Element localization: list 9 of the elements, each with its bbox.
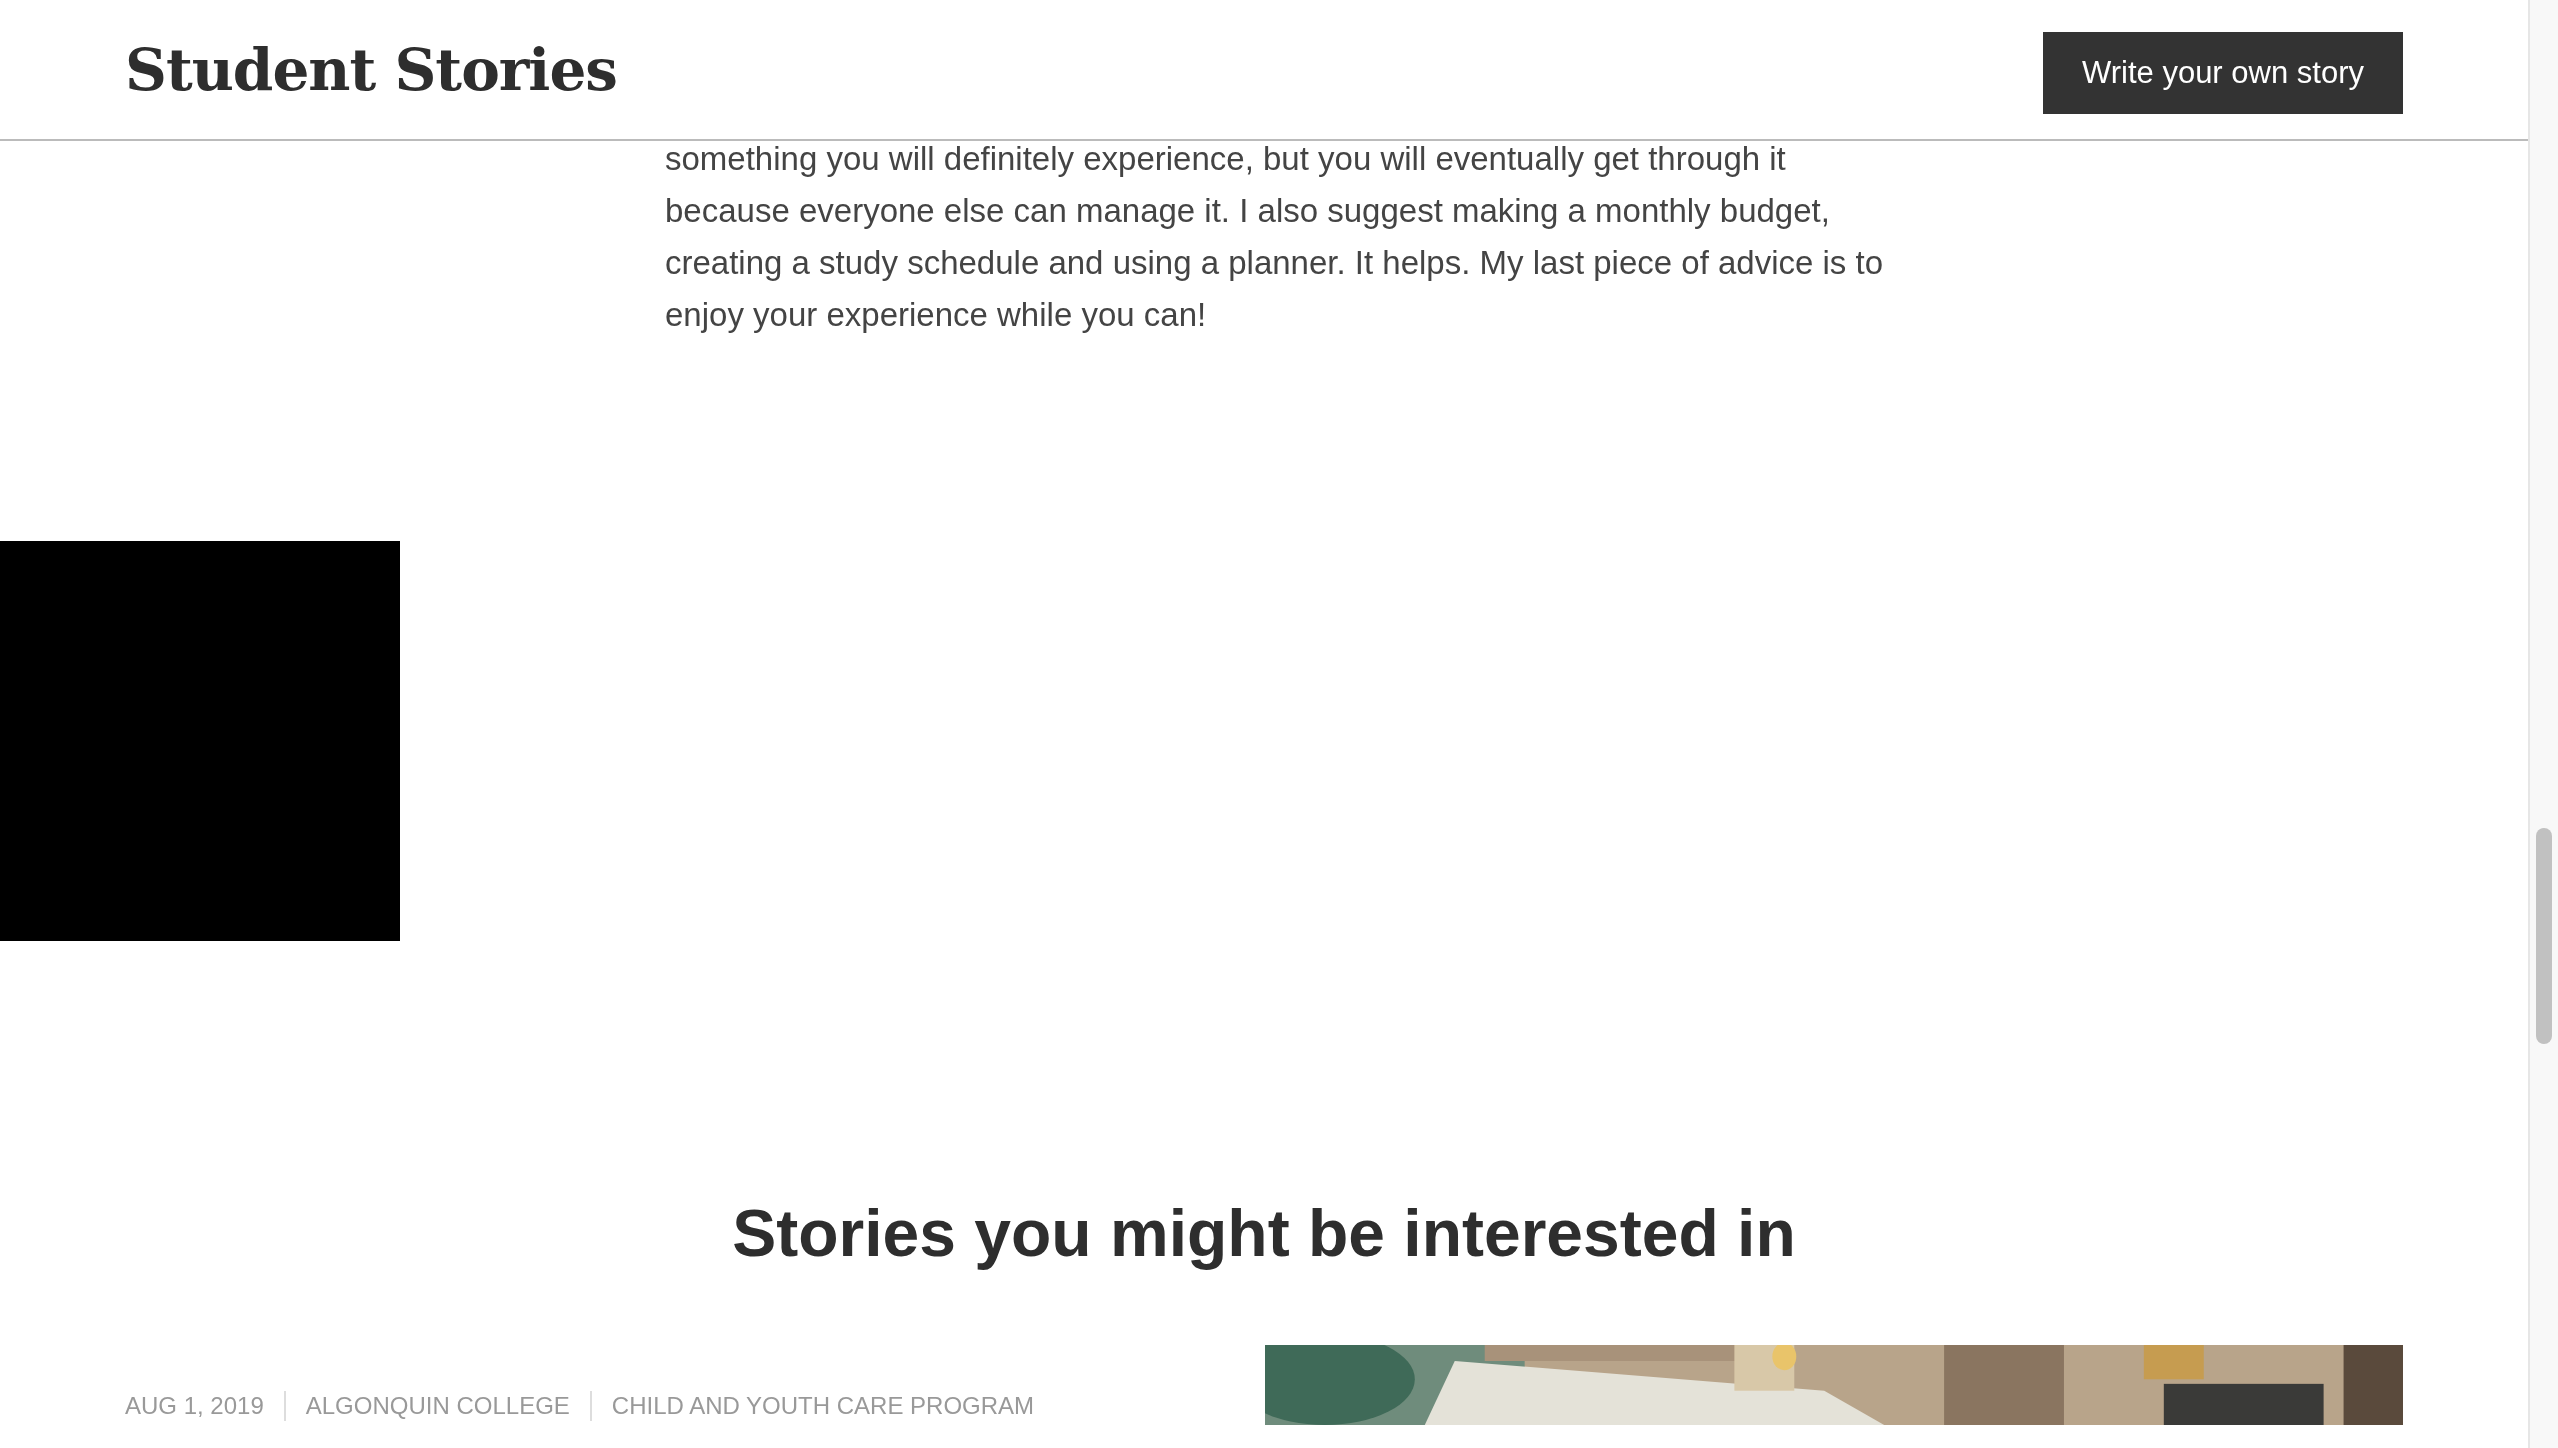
story-meta-tag: CHILD AND YOUTH CARE PROGRAM: [589, 1391, 1055, 1421]
section-heading: Stories you might be interested in: [731, 1195, 1797, 1272]
write-story-button[interactable]: Write your own story: [2043, 31, 2403, 114]
scrollbar-thumb[interactable]: [2536, 828, 2552, 1044]
story-meta-tag: ALGONQUIN COLLEGE: [283, 1391, 590, 1421]
story-meta-tag: AUG 1, 2019: [125, 1391, 284, 1421]
scrollbar[interactable]: [2528, 0, 2558, 1448]
story-paragraph: something you will definitely experience, but you will eventually get through it because everyone else can manage it. I also suggest making a monthly budget, creating a study schedule and using a planner. It helps. My last piece of advice is to enjoy your experience while you can!: [665, 139, 1885, 335]
site-title[interactable]: Student Stories: [125, 35, 617, 104]
